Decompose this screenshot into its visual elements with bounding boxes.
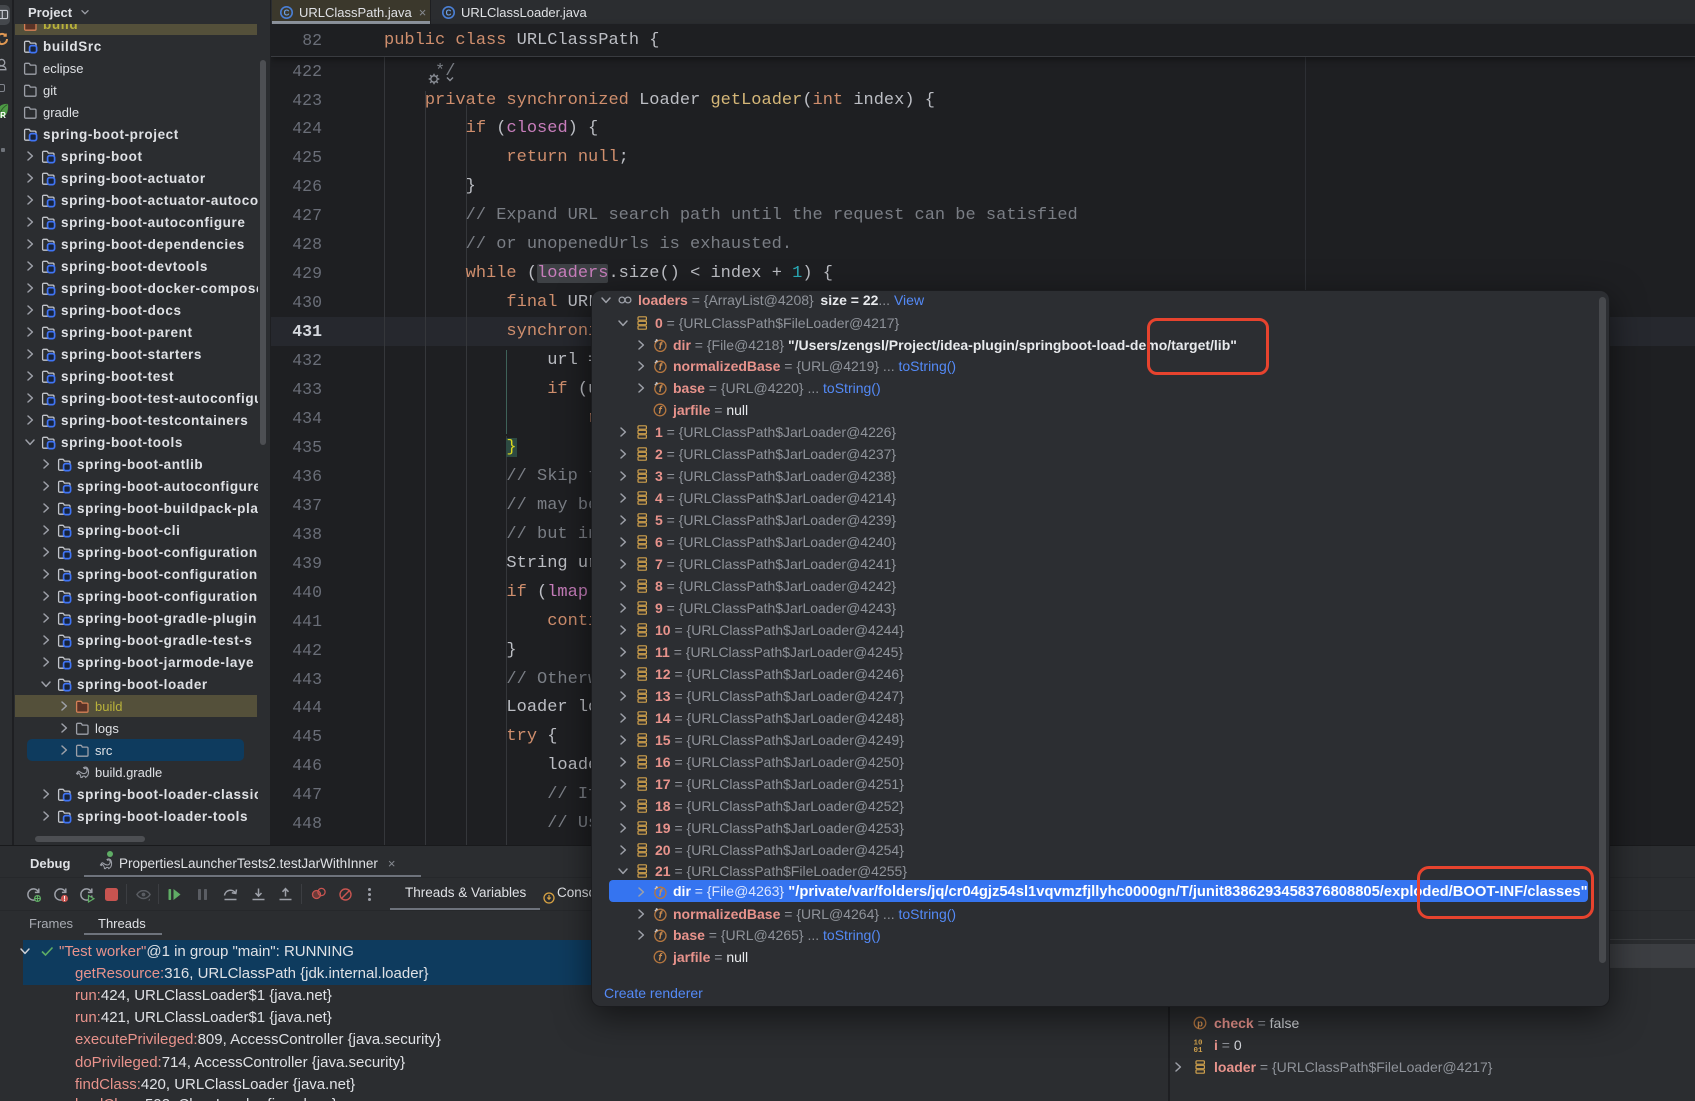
- svg-text:R: R: [0, 111, 6, 120]
- svg-text:!: !: [63, 896, 65, 903]
